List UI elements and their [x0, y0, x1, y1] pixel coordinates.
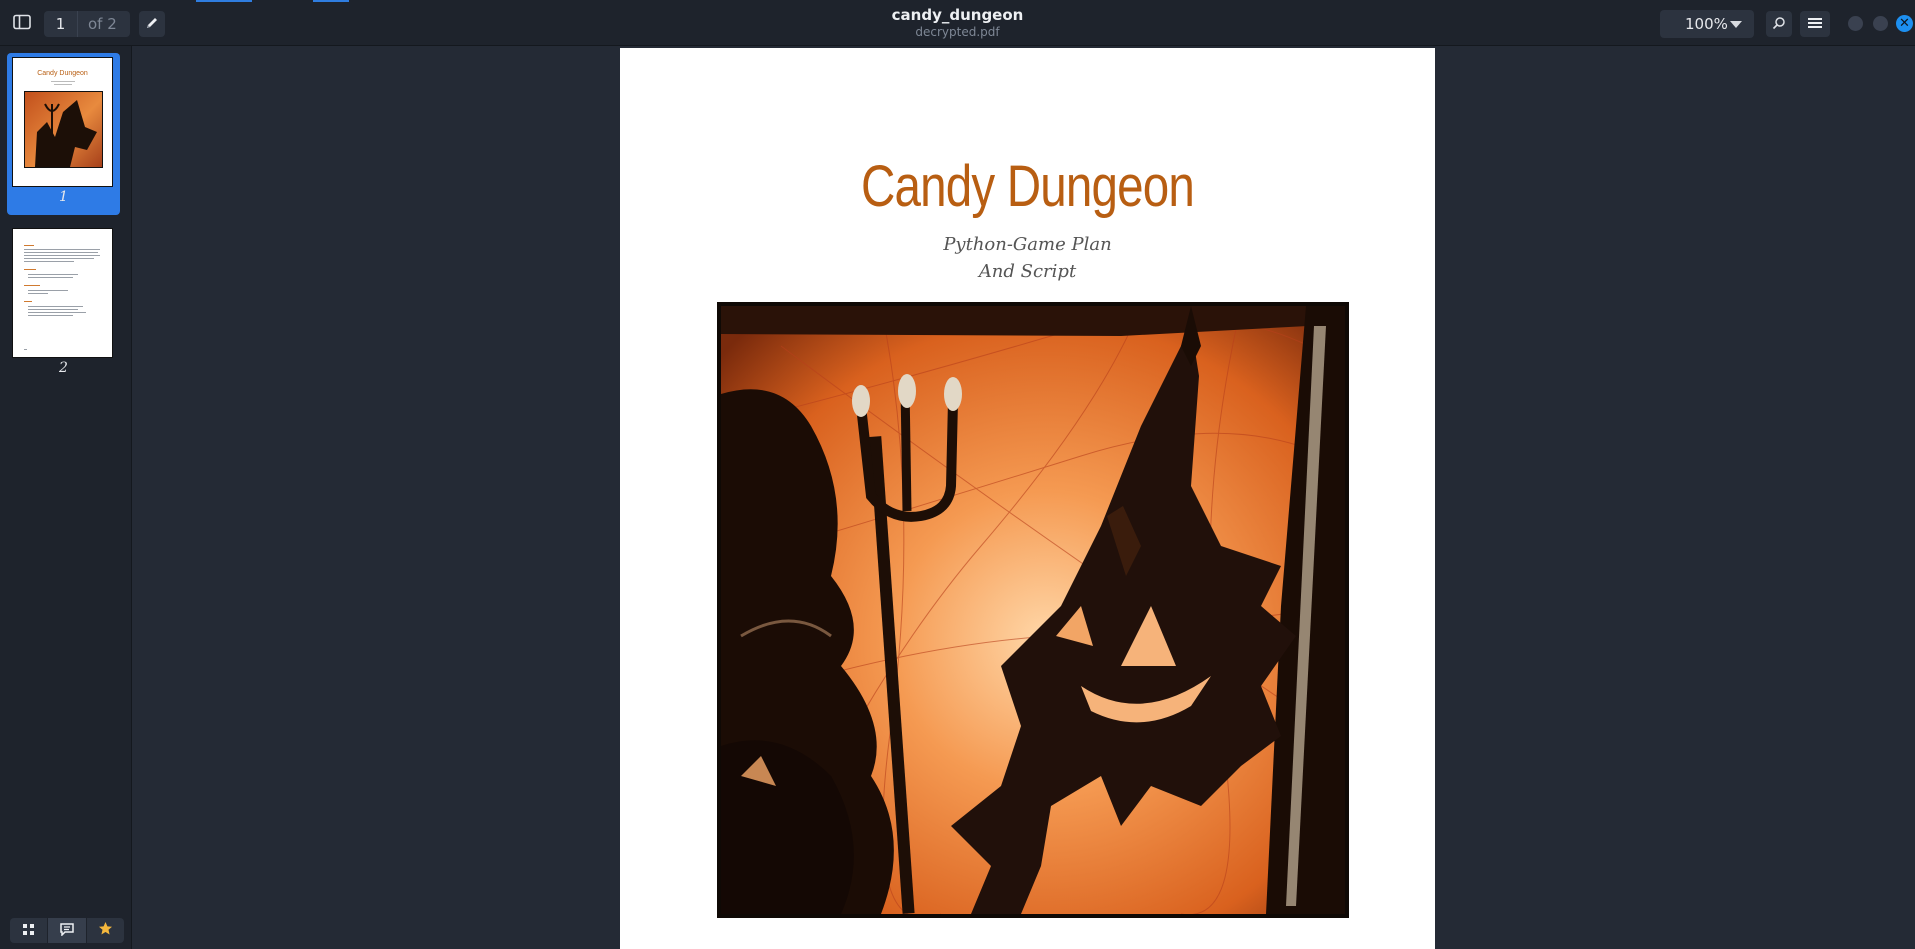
thumbnail-sidebar: Candy Dungeon 1 2	[0, 46, 132, 949]
thumbnail-text-line	[24, 249, 100, 250]
document-filename: decrypted.pdf	[915, 25, 1000, 39]
search-icon	[1772, 15, 1786, 34]
sidebar-view-switcher	[10, 918, 124, 943]
thumbnail-image: Candy Dungeon	[12, 57, 113, 187]
thumbnails-view-button[interactable]	[10, 918, 49, 943]
thumbnail-text-line	[24, 252, 98, 253]
bookmarks-view-button[interactable]	[87, 918, 124, 943]
zoom-value: 100%	[1685, 15, 1728, 33]
thumbnail-text-line	[24, 255, 100, 256]
thumbnail-text-line	[28, 274, 78, 275]
thumbnail-text-line	[28, 312, 86, 313]
thumbnail-text-line	[24, 261, 74, 262]
thumbnail-text-line	[28, 277, 73, 278]
thumbnail-text-line	[24, 258, 94, 259]
document-page: Candy Dungeon Python-Game Plan And Scrip…	[620, 48, 1435, 949]
grid-icon	[22, 921, 35, 940]
thumbnail-text-line	[28, 315, 73, 316]
thumbnail-label: 2	[59, 360, 68, 376]
close-button[interactable]: ✕	[1896, 15, 1913, 32]
search-button[interactable]	[1766, 11, 1792, 37]
document-title-block: candy_dungeon decrypted.pdf	[0, 6, 1915, 40]
zoom-select[interactable]: 100%	[1660, 10, 1754, 38]
thumbnail-text-line	[28, 293, 48, 294]
tab-indicator	[313, 0, 349, 2]
thumbnail-subtitle-line	[54, 84, 72, 85]
thumbnail-page-1[interactable]: Candy Dungeon 1	[7, 53, 120, 215]
thumbnail-subtitle-line	[51, 81, 75, 82]
minimize-button[interactable]	[1848, 16, 1863, 31]
thumbnail-text-line	[28, 290, 68, 291]
thumbnail-heading-line	[24, 269, 36, 270]
thumbnail-heading-line	[24, 301, 32, 302]
page-subtitle-line-2: And Script	[978, 261, 1077, 282]
thumbnail-heading-line	[24, 245, 34, 246]
page-title: Candy Dungeon	[860, 154, 1195, 219]
thumbnail-label: 1	[59, 189, 68, 205]
page-subtitle-line-1: Python-Game Plan	[943, 234, 1112, 255]
thumbnail-footer-mark	[24, 349, 27, 350]
cover-artwork	[717, 302, 1349, 918]
comment-icon	[60, 921, 74, 940]
thumbnail-image	[12, 228, 113, 358]
thumbnail-title: Candy Dungeon	[37, 70, 88, 77]
thumbnail-heading-line	[24, 285, 40, 286]
thumbnail-text-line	[28, 306, 83, 307]
thumbnail-artwork	[24, 91, 103, 168]
star-icon	[98, 921, 113, 940]
tab-indicator	[196, 0, 252, 2]
thumbnail-text-line	[28, 309, 78, 310]
thumbnail-page-2[interactable]: 2	[7, 224, 120, 386]
maximize-button[interactable]	[1873, 16, 1888, 31]
hamburger-icon	[1807, 15, 1823, 34]
document-title: candy_dungeon	[891, 6, 1024, 24]
menu-button[interactable]	[1800, 11, 1830, 37]
toolbar: 1 of 2 candy_dungeon decrypted.pdf 100% …	[0, 0, 1915, 46]
close-icon: ✕	[1899, 16, 1910, 31]
annotations-view-button[interactable]	[48, 918, 87, 943]
chevron-down-icon	[1730, 21, 1742, 28]
